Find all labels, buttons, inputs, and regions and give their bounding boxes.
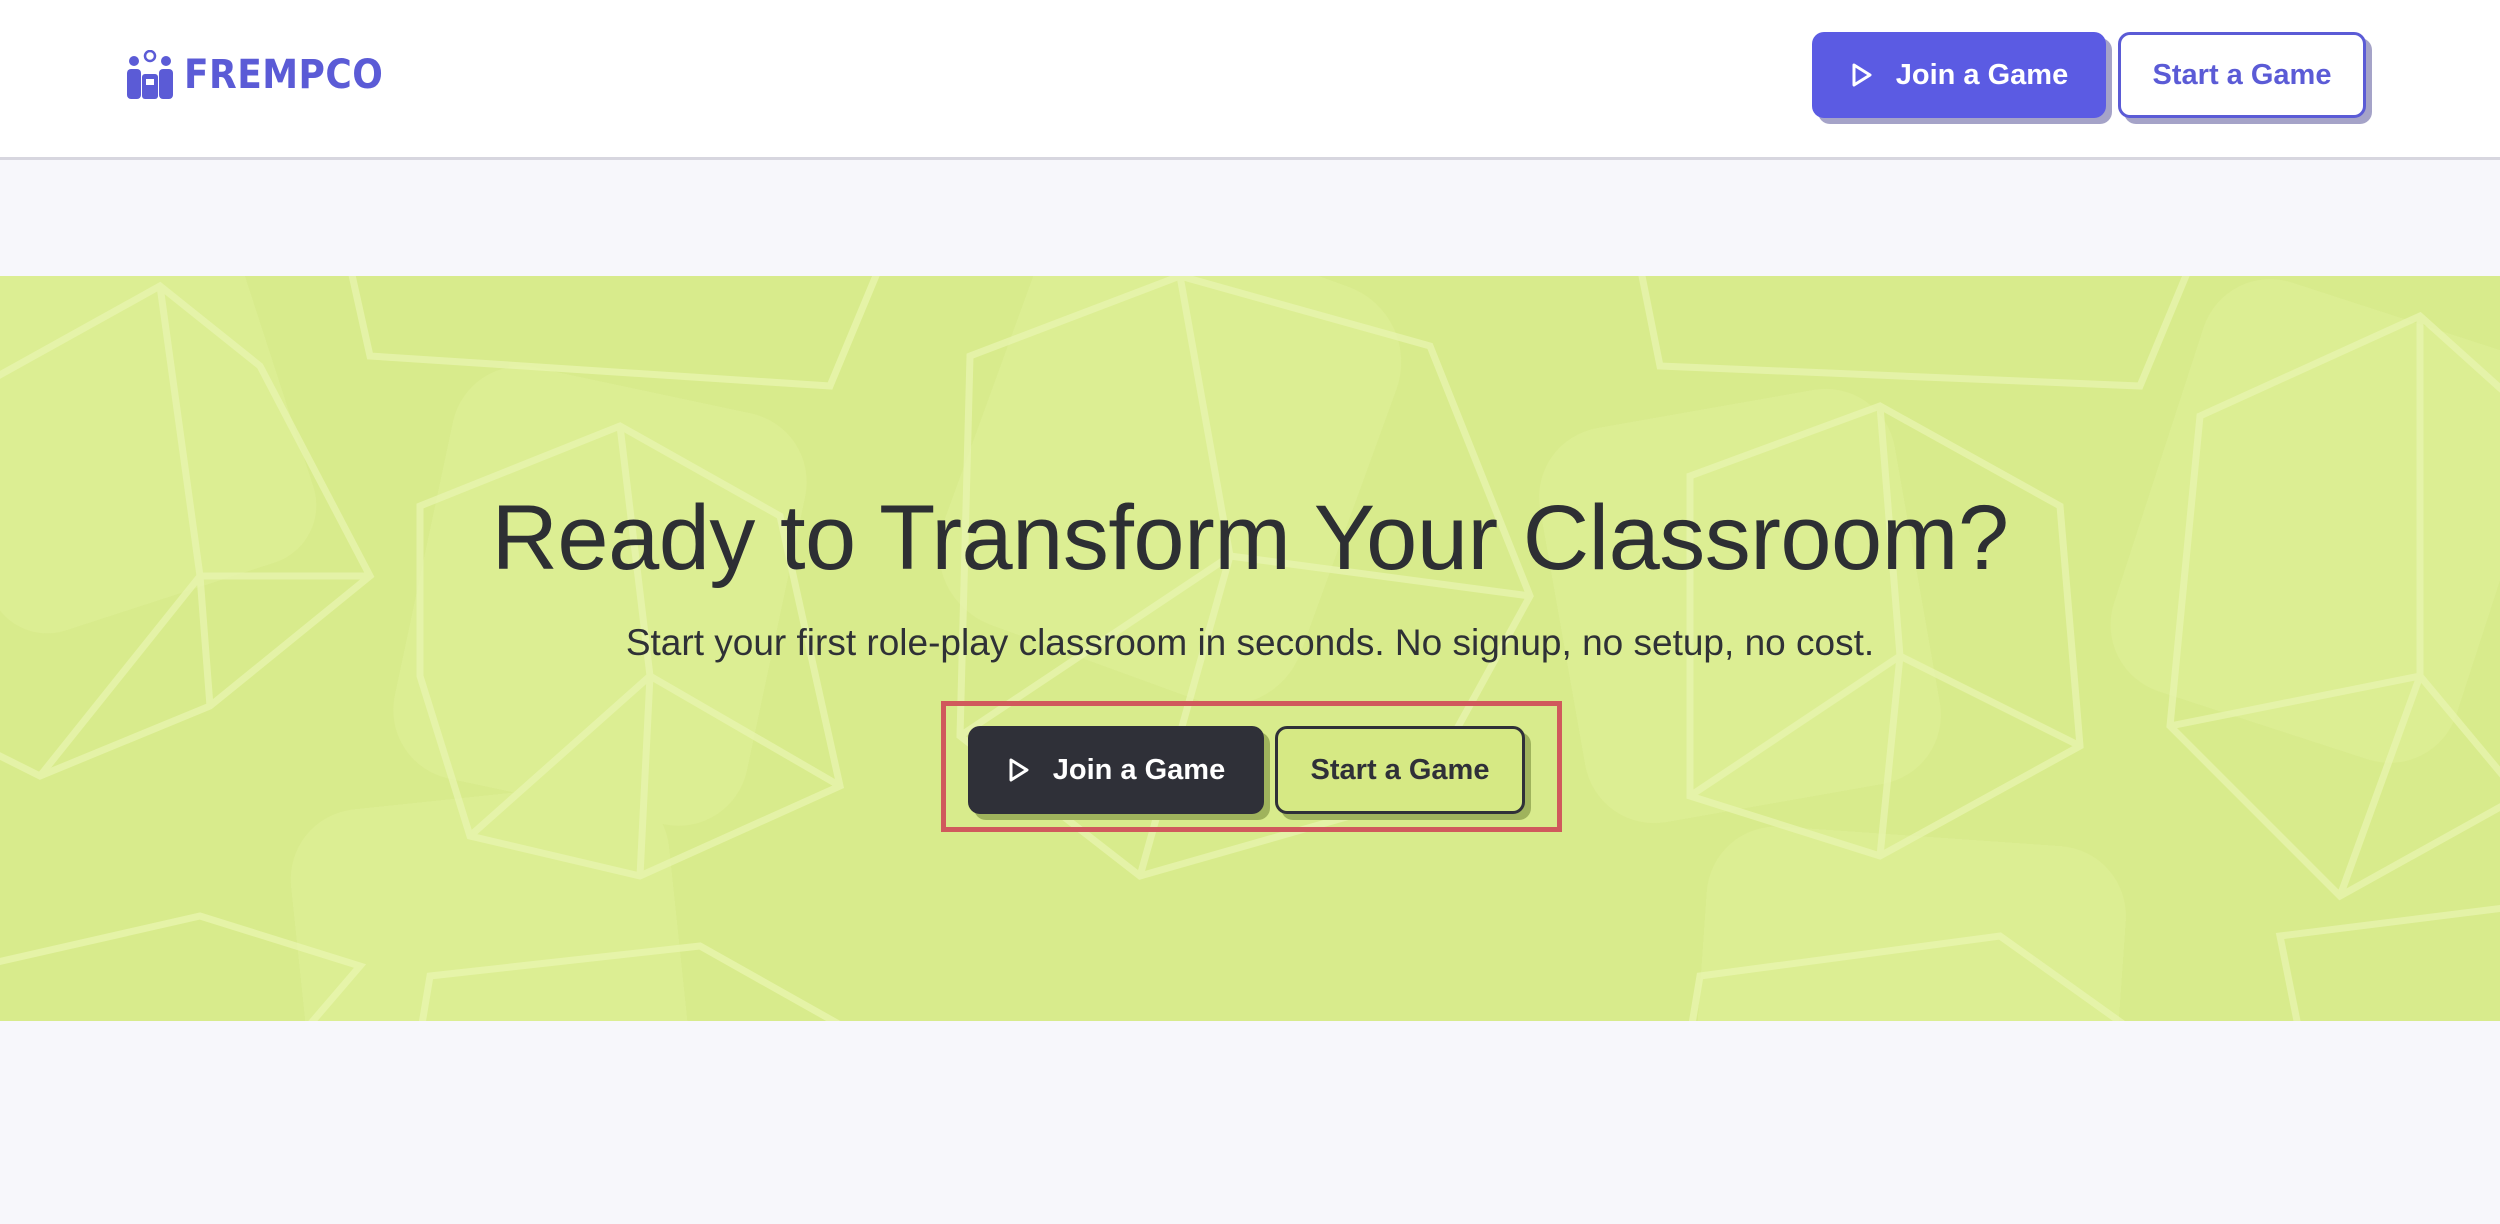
play-icon <box>1009 758 1029 782</box>
hero-start-game-label: Start a Game <box>1310 753 1490 786</box>
play-icon <box>1852 63 1872 87</box>
top-header: FREMPCO Join a Game Start a Game <box>0 0 2500 160</box>
hero-title: Ready to Transform Your Classroom? <box>491 487 2009 589</box>
brand-name: FREMPCO <box>184 52 384 98</box>
header-join-game-label: Join a Game <box>1895 58 2069 91</box>
header-join-game-button[interactable]: Join a Game <box>1812 32 2106 118</box>
cta-hero-section: Ready to Transform Your Classroom? Start… <box>0 276 2500 1021</box>
hero-subtitle: Start your first role-play classroom in … <box>625 622 1875 663</box>
hero-start-game-button[interactable]: Start a Game <box>1275 726 1525 814</box>
header-start-game-button[interactable]: Start a Game <box>2118 32 2366 118</box>
hero-join-game-button[interactable]: Join a Game <box>968 726 1264 814</box>
brand-logo[interactable]: FREMPCO <box>126 50 405 100</box>
header-start-game-label: Start a Game <box>2152 58 2332 91</box>
hero-join-game-label: Join a Game <box>1052 753 1226 786</box>
people-logo-icon <box>127 50 173 99</box>
